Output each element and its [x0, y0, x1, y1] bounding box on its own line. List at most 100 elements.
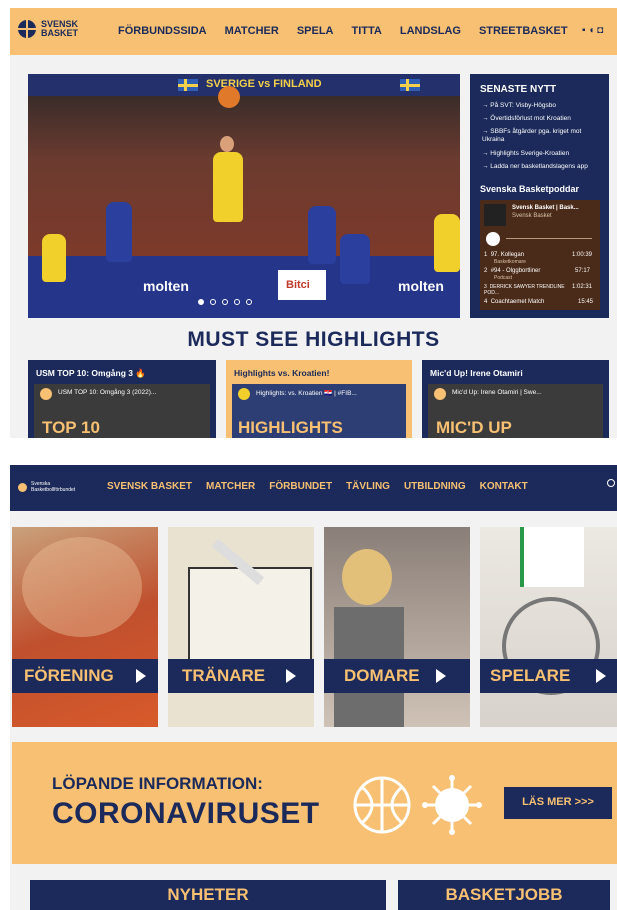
tile-label: TRÄNARE	[168, 659, 314, 693]
episode-duration: 15:45	[578, 299, 594, 305]
play-arrow-icon	[436, 669, 446, 683]
carousel-dot[interactable]	[246, 299, 252, 305]
carousel-dots	[198, 299, 252, 305]
nav-forbundet[interactable]: FÖRBUNDET	[269, 481, 332, 492]
podcast-cover	[484, 204, 506, 226]
referee-image	[342, 549, 392, 605]
player-jersey-image	[520, 527, 584, 587]
carousel-dot[interactable]	[210, 299, 216, 305]
nav-utbildning[interactable]: UTBILDNING	[404, 481, 466, 492]
card-title: Highlights vs. Kroatien!	[234, 368, 330, 378]
hands-image	[22, 537, 142, 637]
nav-landslag[interactable]: LANDSLAG	[400, 25, 461, 37]
tile-tranare[interactable]: TRÄNARE	[168, 527, 314, 727]
podcast-player[interactable]: Svensk Basket | Bask... Svensk Basket 1 …	[480, 200, 600, 310]
federation-logo[interactable]: Svenska Basketbollförbundet	[18, 481, 75, 493]
play-icon[interactable]	[486, 232, 500, 246]
player-yellow	[434, 214, 460, 272]
channel-avatar	[238, 388, 250, 400]
highlight-card[interactable]: Mic'd Up! Irene Otamiri Mic'd Up: Irene …	[422, 360, 609, 438]
sponsor-molten-right: molten	[398, 278, 444, 294]
news-link[interactable]: → SBBFs åtgärder pga. kriget mot Ukraina	[482, 128, 604, 144]
episode-title[interactable]: DERRICK SAWYER TRENDLINE POD...	[484, 284, 565, 296]
tile-forening[interactable]: FÖRENING	[12, 527, 158, 727]
social-icons: ▪ ◖ ◘	[582, 25, 603, 36]
video-thumbnail-text: MIC'D UP	[436, 418, 512, 437]
highlight-card[interactable]: USM TOP 10: Omgång 3 🔥 USM TOP 10: Omgån…	[28, 360, 216, 438]
nav-kontakt[interactable]: KONTAKT	[480, 481, 528, 492]
podcast-author: Svensk Basket	[512, 213, 552, 219]
sweden-flag-icon	[400, 79, 420, 91]
basketjobb-button[interactable]: BASKETJOBB	[398, 880, 610, 910]
tile-domare[interactable]: DOMARE	[324, 527, 470, 727]
episode-duration: 57:17	[575, 268, 591, 274]
top-navigation: Svenska Basketbollförbundet SVENSK BASKE…	[10, 465, 617, 511]
carousel-dot[interactable]	[198, 299, 204, 305]
sponsor-molten-left: molten	[143, 278, 189, 294]
video-title: USM TOP 10: Omgång 3 (2022)...	[58, 389, 157, 396]
corona-banner[interactable]: LÖPANDE INFORMATION: CORONAVIRUSET LÄS M…	[12, 742, 617, 864]
nav-matcher[interactable]: MATCHER	[225, 25, 279, 37]
player-yellow	[42, 234, 66, 282]
carousel-dot[interactable]	[222, 299, 228, 305]
crowd-background	[28, 96, 460, 256]
video-title: Highlights: vs. Kroatien 🇭🇷 | #FIB...	[256, 390, 357, 397]
basketball-icon	[18, 20, 36, 38]
search-icon[interactable]	[607, 479, 615, 487]
episode-title[interactable]: 97. Kollegan	[491, 252, 524, 258]
latest-news-title: SENASTE NYTT	[480, 84, 557, 95]
highlight-card[interactable]: Highlights vs. Kroatien! Highlights: vs.…	[226, 360, 412, 438]
video-embed[interactable]: Mic'd Up: Irene Otamiri | Swe... MIC'D U…	[428, 384, 603, 438]
facebook-icon[interactable]: ▪	[582, 25, 586, 36]
card-title: USM TOP 10: Omgång 3 🔥	[36, 368, 146, 378]
episode-title[interactable]: Coachtaemet Match	[491, 299, 545, 305]
nav-titta[interactable]: TITTA	[352, 25, 382, 37]
video-title: Mic'd Up: Irene Otamiri | Swe...	[452, 389, 542, 396]
play-arrow-icon	[136, 669, 146, 683]
news-link[interactable]: → Ladda ner basketlandslagens app	[482, 163, 604, 171]
video-thumbnail-text: HIGHLIGHTS	[238, 418, 343, 437]
tile-spelare[interactable]: SPELARE	[480, 527, 617, 727]
nav-forbundssida[interactable]: FÖRBUNDSSIDA	[118, 25, 207, 37]
corona-subtitle: LÖPANDE INFORMATION:	[52, 774, 263, 793]
carousel-dot[interactable]	[234, 299, 240, 305]
episode-duration: 1:02:31	[572, 284, 593, 290]
news-link[interactable]: → På SVT: Visby-Högsbo	[482, 102, 604, 110]
basketball-icon	[218, 86, 240, 108]
player-yellow-jumping	[213, 152, 243, 222]
screen-one: SVENSK BASKET FÖRBUNDSSIDA MATCHER SPELA…	[10, 8, 617, 438]
tile-label: DOMARE	[324, 659, 470, 693]
tile-label: SPELARE	[480, 659, 617, 693]
play-arrow-icon	[286, 669, 296, 683]
episode-title[interactable]: #94 - Olggbortliner	[491, 268, 541, 274]
rss-icon[interactable]: ◖	[588, 25, 594, 36]
logo-line-2: BASKET	[41, 28, 79, 38]
video-thumbnail-text: TOP 10	[42, 418, 100, 437]
nav-spela[interactable]: SPELA	[297, 25, 334, 37]
player-blue	[340, 234, 370, 284]
hero-carousel[interactable]: SVERIGE vs FINLAND molten Bitci molten	[28, 74, 460, 318]
svensk-basket-logo[interactable]: SVENSK BASKET	[18, 20, 78, 38]
news-button[interactable]: NYHETER	[30, 880, 386, 910]
arena-banner: SVERIGE vs FINLAND	[28, 74, 460, 96]
nav-streetbasket[interactable]: STREETBASKET	[479, 25, 568, 37]
sweden-flag-icon	[178, 79, 198, 91]
video-embed[interactable]: Highlights: vs. Kroatien 🇭🇷 | #FIB... HI…	[232, 384, 406, 438]
tile-label: FÖRENING	[12, 659, 158, 693]
corona-title: CORONAVIRUSET	[52, 797, 320, 830]
news-link[interactable]: → Övertidsförlust mot Kroatien	[482, 115, 604, 123]
read-more-button[interactable]: LÄS MER >>>	[504, 787, 612, 819]
instagram-icon[interactable]: ◘	[597, 25, 603, 36]
basketball-icon	[353, 776, 411, 834]
video-embed[interactable]: USM TOP 10: Omgång 3 (2022)... TOP 10	[34, 384, 210, 438]
news-link[interactable]: → Highlights Sverige-Kroatien	[482, 150, 604, 158]
nav-tavling[interactable]: TÄVLING	[346, 481, 390, 492]
nav-matcher[interactable]: MATCHER	[206, 481, 255, 492]
main-menu: SVENSK BASKET MATCHER FÖRBUNDET TÄVLING …	[107, 481, 528, 492]
episode-duration: 1:00:39	[572, 252, 593, 258]
progress-bar[interactable]	[506, 238, 592, 239]
player-blue	[308, 206, 336, 264]
player-blue	[106, 202, 132, 262]
main-menu: FÖRBUNDSSIDA MATCHER SPELA TITTA LANDSLA…	[118, 25, 568, 37]
nav-svensk-basket[interactable]: SVENSK BASKET	[107, 481, 192, 492]
